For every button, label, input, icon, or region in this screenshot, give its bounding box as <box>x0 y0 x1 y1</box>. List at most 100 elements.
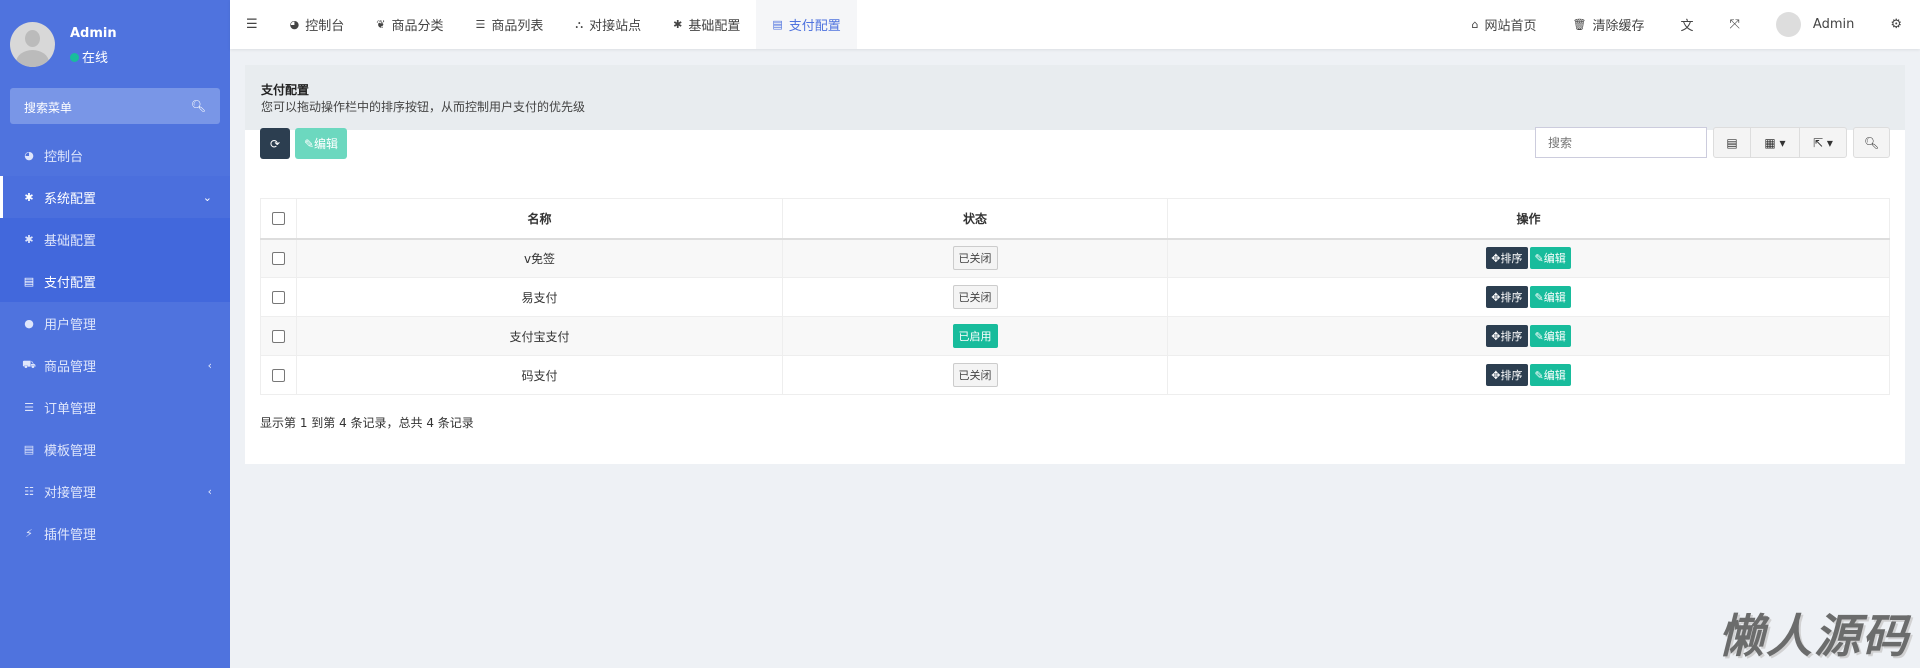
tab-dashboard[interactable]: ◕ 控制台 <box>274 0 361 49</box>
menu-toggle-button[interactable]: ☰ <box>230 0 274 49</box>
status-badge[interactable]: 已关闭 <box>952 285 998 309</box>
content-panel: 支付配置 您可以拖动操作栏中的排序按钮，从而控制用户支付的优先级 ⟳ ✎编辑 ▤… <box>245 65 1905 464</box>
leaf-icon: ❦ <box>376 18 386 31</box>
sliders-icon: ☷ <box>24 484 34 498</box>
advanced-search-button[interactable]: 🔍︎ <box>1853 127 1890 158</box>
row-checkbox[interactable] <box>272 252 285 266</box>
fullscreen-button[interactable]: ⤧ <box>1712 0 1758 49</box>
row-checkbox[interactable] <box>272 330 285 343</box>
hamburger-icon: ☰ <box>246 17 258 32</box>
sort-button[interactable]: ✥排序 <box>1486 247 1528 270</box>
card-view-icon: ▤ <box>1726 135 1738 150</box>
sidebar-item-orders[interactable]: ☰ 订单管理 <box>0 386 230 428</box>
user-icon: ● <box>24 316 34 330</box>
sidebar-item-plugins[interactable]: ⚡ 插件管理 <box>0 512 230 554</box>
user-status: 在线 <box>70 47 108 66</box>
select-all-checkbox[interactable] <box>272 212 285 226</box>
payment-name: 易支付 <box>296 277 783 317</box>
sidebar-item-system-config[interactable]: ✱ 系统配置 ⌄ <box>0 176 230 218</box>
select-all-cell <box>260 198 297 240</box>
chevron-left-icon: ‹ <box>207 484 212 498</box>
tab-sites[interactable]: ⛬ 对接站点 <box>559 0 657 49</box>
language-button[interactable]: 文 <box>1662 0 1711 49</box>
clear-cache-button[interactable]: 🗑︎ 清除缓存 <box>1555 0 1663 49</box>
status-badge[interactable]: 已启用 <box>952 324 998 348</box>
sidebar-item-payment-config[interactable]: ▤ 支付配置 <box>0 260 230 302</box>
columns-icon: ▦ ▾ <box>1764 135 1786 150</box>
menu-search-input[interactable]: 搜索菜单 🔍︎ <box>10 88 220 124</box>
actions-cell: ✥排序 ✎编辑 <box>1167 277 1890 317</box>
row-edit-button[interactable]: ✎编辑 <box>1529 325 1571 347</box>
dashboard-icon: ◕ <box>24 148 34 162</box>
tab-basic-config[interactable]: ✱ 基础配置 <box>657 0 756 49</box>
row-edit-button[interactable]: ✎编辑 <box>1529 286 1571 308</box>
payment-name: 码支付 <box>296 355 783 395</box>
sidebar-menu: ◕ 控制台 ✱ 系统配置 ⌄ ✱ 基础配置 ▤ 支付配置 ● 用户管理 ⛟ 商品管理 ‹ ☰ 订单… <box>0 134 230 554</box>
sidebar-item-products[interactable]: ⛟ 商品管理 ‹ <box>0 344 230 386</box>
refresh-button[interactable]: ⟳ <box>260 128 290 159</box>
list-icon: ▤ <box>23 274 35 288</box>
status-cell: 已关闭 <box>782 277 1168 317</box>
user-menu[interactable]: Admin <box>1758 0 1872 49</box>
status-badge[interactable]: 已关闭 <box>952 246 998 271</box>
gear-icon: ✱ <box>673 18 683 31</box>
table-row: 码支付 已关闭 ✥排序 ✎编辑 <box>260 355 1890 395</box>
row-edit-button[interactable]: ✎编辑 <box>1529 364 1571 386</box>
sidebar-item-dashboard[interactable]: ◕ 控制台 <box>0 134 230 176</box>
home-link[interactable]: ⌂ 网站首页 <box>1454 0 1555 49</box>
table-row: 支付宝支付 已启用 ✥排序 ✎编辑 <box>260 316 1890 356</box>
payment-table: 名称 状态 操作 v免签 已关闭 ✥排序 ✎编辑 易支付 已关闭 ✥排序 ✎编辑 支… <box>260 198 1890 395</box>
edit-button[interactable]: ✎ 编辑 <box>295 128 347 159</box>
payment-name: 支付宝支付 <box>296 316 783 356</box>
sidebar-item-integration[interactable]: ☷ 对接管理 ‹ <box>0 470 230 512</box>
page-title: 支付配置 <box>261 83 310 97</box>
column-header-name: 名称 <box>296 198 783 240</box>
settings-button[interactable]: ⚙ <box>1872 0 1920 49</box>
sort-button[interactable]: ✥排序 <box>1486 286 1528 308</box>
toggle-view-button[interactable]: ▤ <box>1713 127 1751 158</box>
row-checkbox[interactable] <box>272 291 285 304</box>
move-icon: ✥ <box>1491 369 1501 382</box>
chevron-down-icon: ⌄ <box>202 190 212 204</box>
trash-icon: 🗑︎ <box>1572 18 1587 31</box>
sidebar: Admin 在线 搜索菜单 🔍︎ ◕ 控制台 ✱ 系统配置 ⌄ ✱ 基础配置 ▤ 支付配置 … <box>0 0 230 668</box>
list-icon: ▤ <box>23 442 35 456</box>
gears-icon: ⚙ <box>1890 17 1902 32</box>
expand-icon: ⤧ <box>1729 17 1740 32</box>
export-button[interactable]: ⇱ ▾ <box>1799 127 1847 158</box>
sidebar-item-basic-config[interactable]: ✱ 基础配置 <box>0 218 230 260</box>
payment-name: v免签 <box>296 238 783 278</box>
sort-button[interactable]: ✥排序 <box>1486 325 1528 347</box>
bars-icon: ☰ <box>24 400 34 414</box>
row-select-cell <box>260 316 297 356</box>
top-nav: ☰ ◕ 控制台 ❦ 商品分类 ☰ 商品列表 ⛬ 对接站点 ✱ 基础配置 ▤ 支付配置 ⌂ 网站… <box>230 0 1920 49</box>
actions-cell: ✥排序 ✎编辑 <box>1167 355 1890 395</box>
row-checkbox[interactable] <box>272 369 285 382</box>
online-dot-icon <box>70 53 79 62</box>
gear-icon: ✱ <box>24 232 34 246</box>
columns-button[interactable]: ▦ ▾ <box>1750 127 1800 158</box>
tab-payment-config[interactable]: ▤ 支付配置 <box>756 0 857 49</box>
pencil-icon: ✎ <box>1534 252 1544 266</box>
sidebar-item-templates[interactable]: ▤ 模板管理 <box>0 428 230 470</box>
sidebar-item-users[interactable]: ● 用户管理 <box>0 302 230 344</box>
top-nav-right: ⌂ 网站首页 🗑︎ 清除缓存 文 ⤧ Admin ⚙ <box>1454 0 1920 49</box>
status-badge[interactable]: 已关闭 <box>952 363 998 387</box>
watermark: 懒人源码 <box>1718 609 1910 663</box>
table-search-input[interactable] <box>1535 127 1707 158</box>
tab-products[interactable]: ☰ 商品列表 <box>460 0 560 49</box>
gear-icon: ✱ <box>24 190 34 204</box>
move-icon: ✥ <box>1491 330 1501 343</box>
sort-button[interactable]: ✥排序 <box>1486 364 1528 386</box>
sitemap-icon: ⛬ <box>575 17 584 31</box>
row-select-cell <box>260 238 297 278</box>
table-row: v免签 已关闭 ✥排序 ✎编辑 <box>260 238 1890 278</box>
pencil-icon: ✎ <box>1534 369 1544 382</box>
list-icon: ☰ <box>475 18 486 31</box>
row-edit-button[interactable]: ✎编辑 <box>1529 247 1571 270</box>
panel-header: 支付配置 您可以拖动操作栏中的排序按钮，从而控制用户支付的优先级 <box>245 65 1905 130</box>
row-select-cell <box>260 355 297 395</box>
tab-categories[interactable]: ❦ 商品分类 <box>360 0 459 49</box>
column-header-status: 状态 <box>782 198 1168 240</box>
actions-cell: ✥排序 ✎编辑 <box>1167 316 1890 356</box>
